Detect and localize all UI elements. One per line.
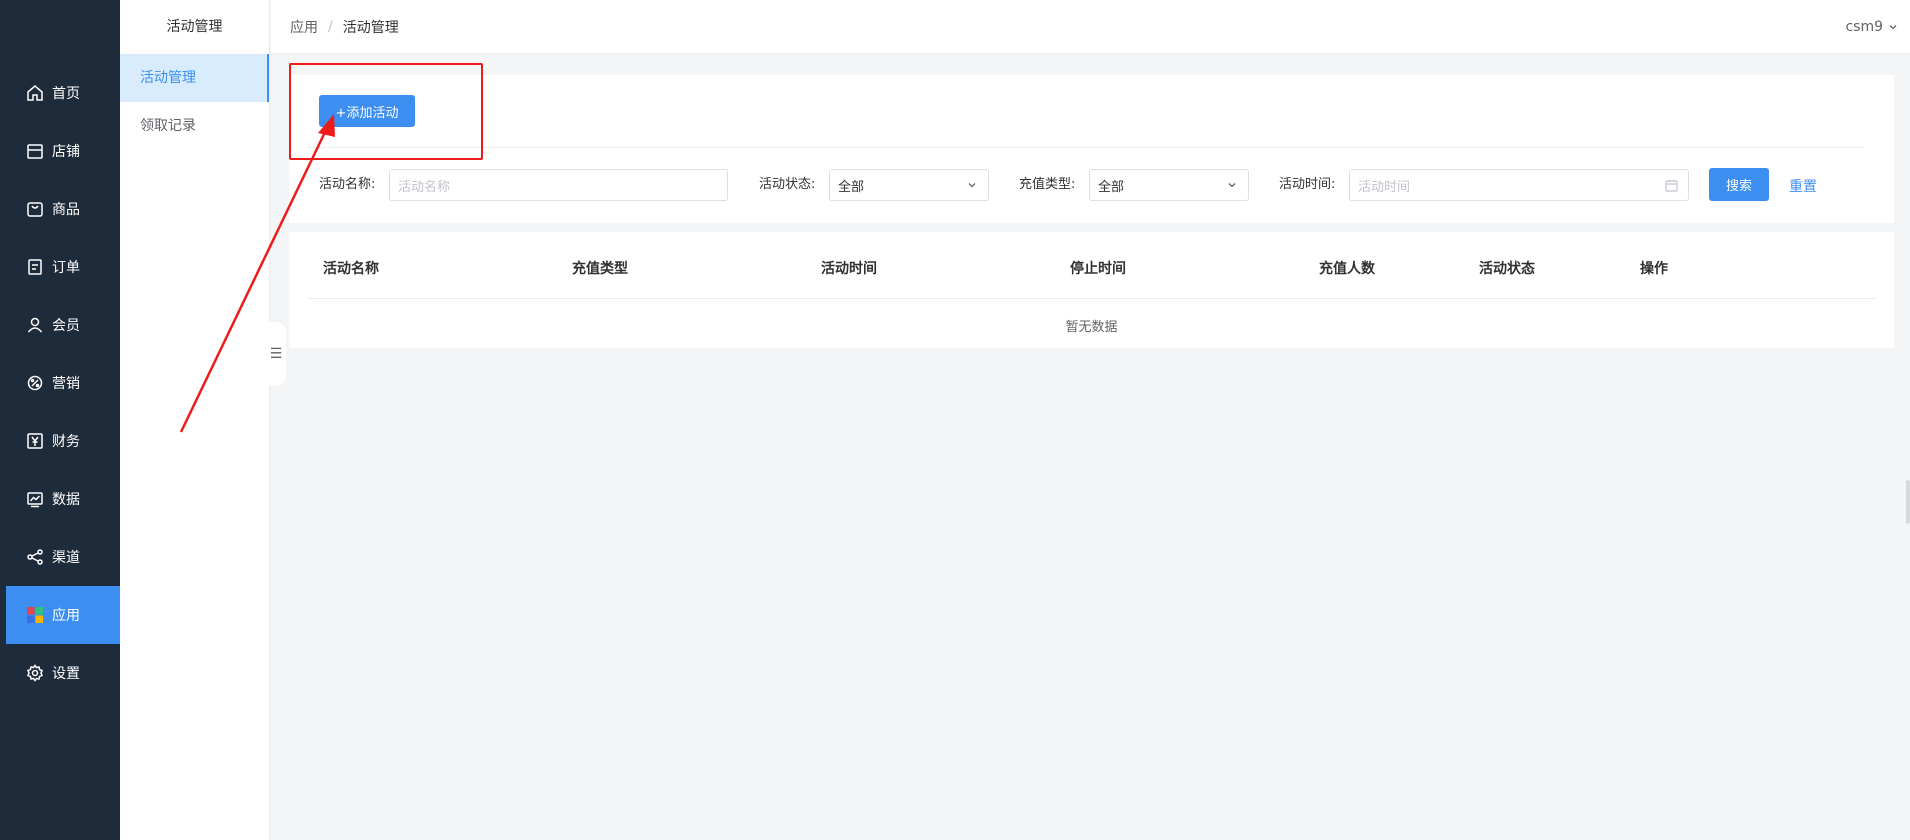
column-header-name: 活动名称 [323,261,379,277]
nav-label: 财务 [52,434,80,450]
filter-panel: +添加活动 活动名称: 活动名称 活动状态: 全部 充值类型: 全部 活动时间:… [289,75,1894,223]
logo-area [0,0,120,54]
store-icon [27,144,43,159]
chevron-down-icon [1228,183,1236,188]
breadcrumb-item-current: 活动管理 [342,20,399,36]
nav-item-finance[interactable]: 财务 [6,412,120,470]
column-header-actions: 操作 [1640,261,1668,277]
nav-label: 店铺 [52,144,80,160]
column-header-recharge-count: 充值人数 [1319,261,1375,277]
nav-item-data[interactable]: 数据 [6,470,120,528]
sidebar-collapse-toggle[interactable]: ☰ [266,322,286,386]
marketing-icon [27,375,43,391]
nav-label: 首页 [52,86,80,102]
nav-label: 订单 [52,260,80,276]
activity-status-value: 全部 [838,179,865,195]
username: csm9 [1845,19,1883,35]
calendar-icon [1665,180,1678,192]
nav-label: 应用 [52,608,80,624]
share-icon [27,549,43,565]
nav-label: 营销 [52,376,80,392]
activity-time-label: 活动时间: [1279,177,1336,192]
breadcrumb-separator: / [328,19,333,35]
nav-item-orders[interactable]: 订单 [6,238,120,296]
chart-icon [27,492,43,508]
order-icon [28,259,42,275]
scrollbar-thumb[interactable] [1906,480,1910,524]
nav-item-members[interactable]: 会员 [6,296,120,354]
nav-label: 渠道 [52,550,80,566]
recharge-type-value: 全部 [1098,179,1125,195]
activity-time-picker[interactable]: 活动时间 [1349,169,1689,201]
column-header-activity-status: 活动状态 [1479,261,1535,277]
nav-item-channel[interactable]: 渠道 [6,528,120,586]
sub-item-activity-management[interactable]: 活动管理 [120,54,269,102]
activity-status-select[interactable]: 全部 [829,169,989,201]
nav-item-settings[interactable]: 设置 [6,644,120,702]
recharge-type-select[interactable]: 全部 [1089,169,1249,201]
nav-item-apps[interactable]: 应用 [6,586,120,644]
bag-icon [27,202,43,217]
user-menu[interactable]: csm9 [1845,0,1898,54]
breadcrumb-item-apps[interactable]: 应用 [290,17,318,37]
column-header-recharge-type: 充值类型 [572,261,628,277]
empty-state-text: 暂无数据 [1065,320,1118,335]
reset-button[interactable]: 重置 [1789,176,1817,196]
breadcrumb: 应用 / 活动管理 [290,0,399,54]
activity-table: 活动名称 充值类型 活动时间 停止时间 充值人数 活动状态 操作 暂无数据 [289,232,1894,348]
activity-name-placeholder: 活动名称 [398,179,451,195]
column-header-activity-time: 活动时间 [821,261,877,277]
activity-time-placeholder: 活动时间 [1358,179,1411,195]
nav-label: 会员 [52,318,80,334]
table-header: 活动名称 充值类型 活动时间 停止时间 充值人数 活动状态 操作 [307,232,1876,299]
main-sidebar: 首页 店铺 商品 订单 会员 营销 财务 数据 渠道 应用 设置 [0,0,120,840]
yen-icon [27,433,43,449]
nav-item-home[interactable]: 首页 [6,64,120,122]
home-icon [27,85,43,101]
user-icon [27,317,43,333]
sub-item-claim-records[interactable]: 领取记录 [120,102,269,150]
divider [307,147,1864,148]
nav-item-marketing[interactable]: 营销 [6,354,120,412]
sub-sidebar-title: 活动管理 [166,19,223,35]
activity-name-input[interactable]: 活动名称 [389,169,728,201]
sub-sidebar: 活动管理 活动管理 领取记录 [120,0,270,840]
activity-status-label: 活动状态: [759,177,816,192]
column-header-stop-time: 停止时间 [1070,261,1126,277]
gear-icon [27,664,43,682]
recharge-type-label: 充值类型: [1019,177,1076,192]
nav-item-goods[interactable]: 商品 [6,180,120,238]
nav-label: 商品 [52,202,80,218]
menu-fold-icon: ☰ [269,346,283,362]
annotation-highlight-box [289,63,483,160]
nav-label: 数据 [52,492,80,508]
nav-item-store[interactable]: 店铺 [6,122,120,180]
top-header: 应用 / 活动管理 csm9 [271,0,1910,54]
chevron-down-icon [1889,25,1897,30]
nav-label: 设置 [52,666,80,682]
activity-name-label: 活动名称: [319,177,376,192]
search-button[interactable]: 搜索 [1709,168,1769,201]
apps-icon [27,607,43,623]
chevron-down-icon [968,183,976,188]
